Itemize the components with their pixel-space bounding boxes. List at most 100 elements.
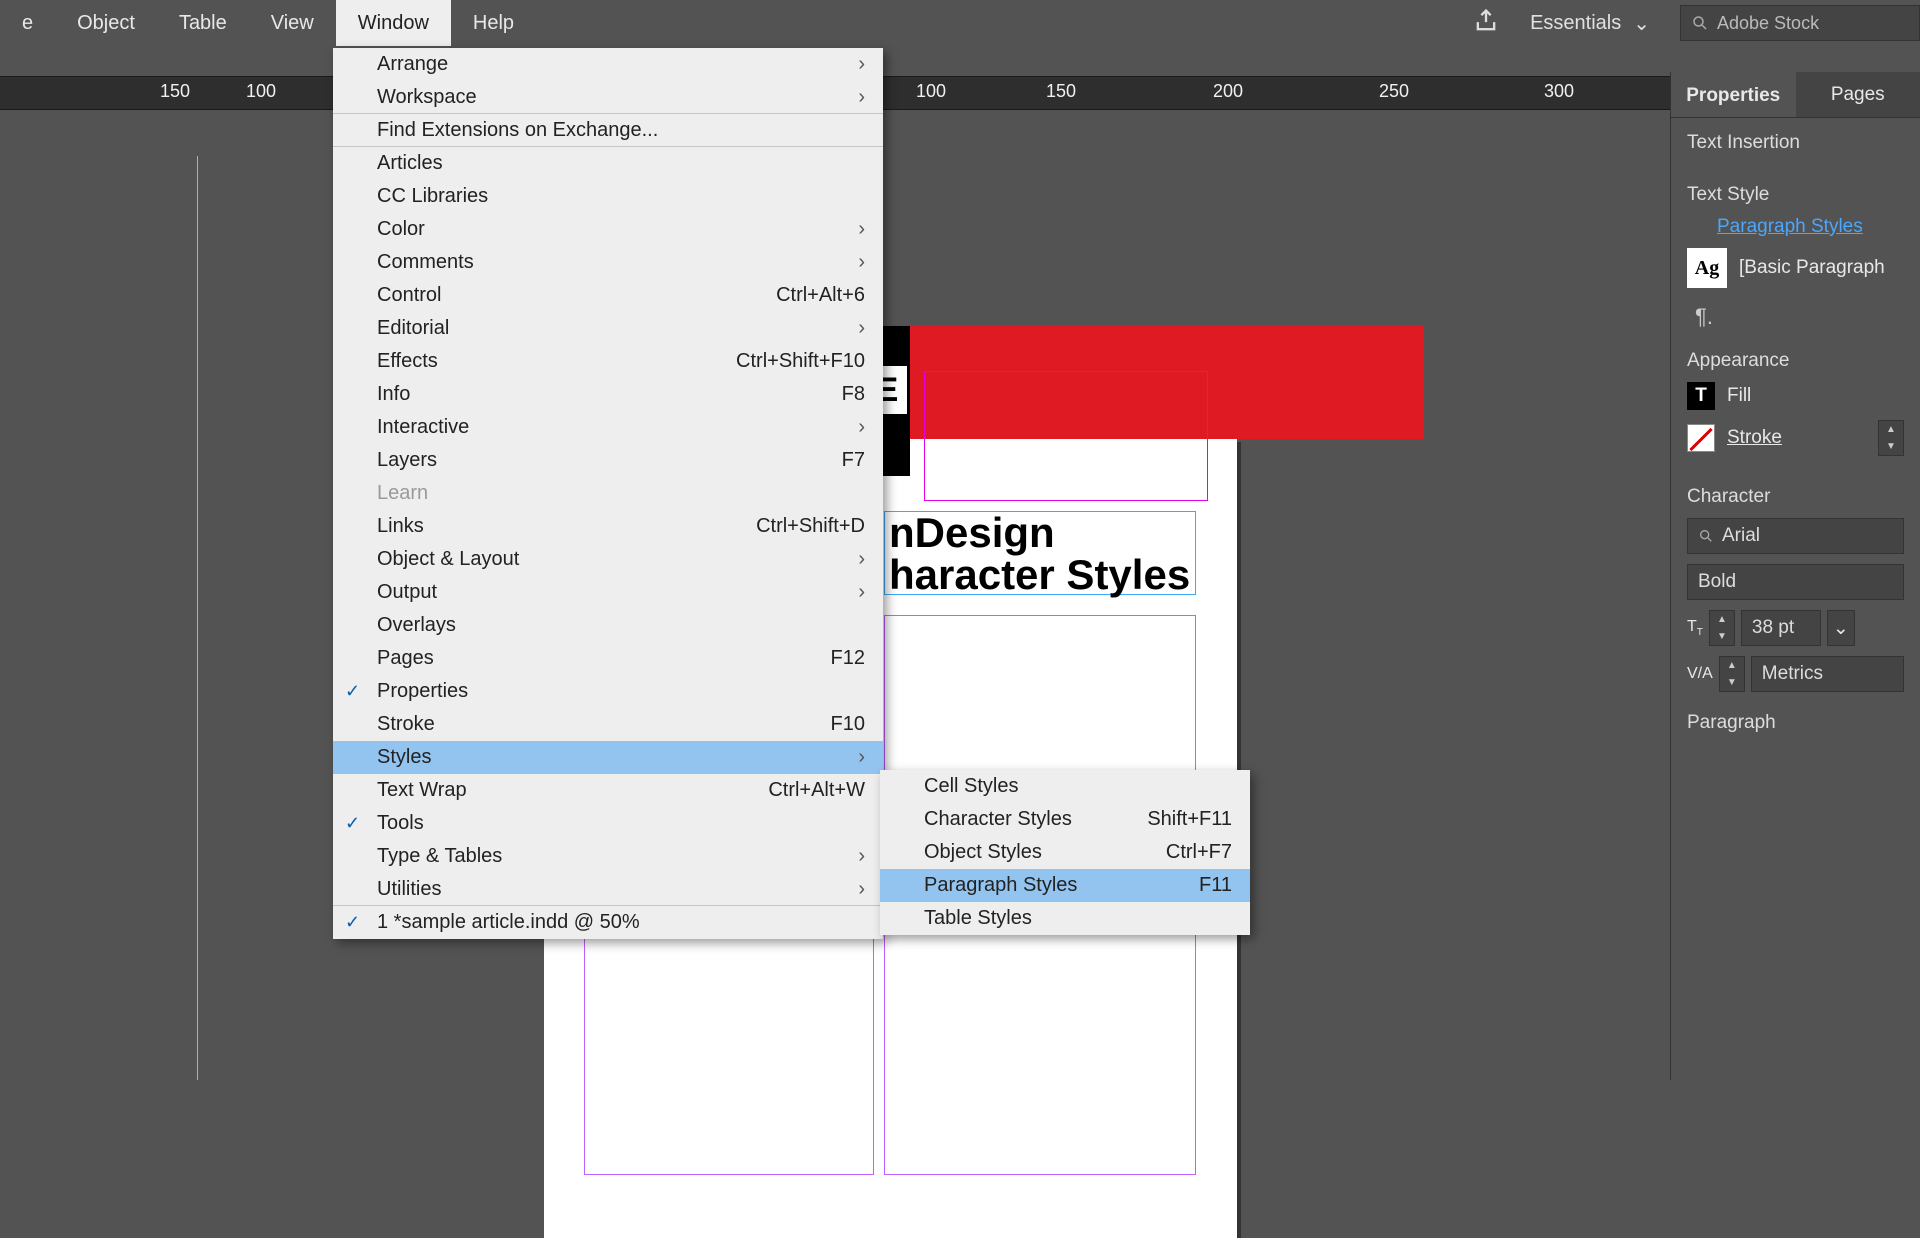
menu-item-label: Tools [377,812,424,835]
text-frame[interactable]: nDesign haracter Styles [884,511,1196,595]
menu-item-label: Arrange [377,53,448,76]
menu-table[interactable]: Table [157,0,249,46]
menu-shortcut: Ctrl+F7 [1116,841,1232,864]
menu-object[interactable]: Object [55,0,157,46]
font-size-field[interactable]: 38 pt [1741,610,1821,646]
menu-item-label: Editorial [377,317,449,340]
menu-shortcut: Ctrl+Shift+F10 [686,350,865,373]
share-icon[interactable] [1472,7,1500,40]
stroke-label[interactable]: Stroke [1727,427,1782,449]
kerning-field[interactable]: Metrics [1751,656,1904,692]
appearance-heading: Appearance [1687,350,1904,372]
chevron-right-icon: › [858,53,865,76]
paragraph-styles-link[interactable]: Paragraph Styles [1687,216,1904,238]
menu-item-overlays[interactable]: Overlays [333,609,883,642]
chevron-right-icon: › [858,878,865,901]
menu-item-label: Effects [377,350,438,373]
menu-item-label: Object & Layout [377,548,519,571]
chevron-right-icon: › [858,317,865,340]
menu-item-color[interactable]: Color› [333,213,883,246]
menu-item-links[interactable]: LinksCtrl+Shift+D [333,510,883,543]
fill-swatch[interactable]: T [1687,382,1715,410]
search-input[interactable]: Adobe Stock [1680,5,1920,41]
menu-partial[interactable]: e [0,0,55,46]
character-heading: Character [1687,486,1904,508]
guide-vertical[interactable] [197,156,198,1080]
menu-item-label: Object Styles [924,841,1042,864]
chevron-right-icon: › [858,251,865,274]
menu-item-text-wrap[interactable]: Text WrapCtrl+Alt+W [333,774,883,807]
submenu-item-character-styles[interactable]: Character StylesShift+F11 [880,803,1250,836]
font-size-dropdown[interactable]: ⌄ [1827,610,1855,646]
menu-help[interactable]: Help [451,0,536,46]
ruler-tick: 200 [1213,81,1243,102]
menu-item-arrange[interactable]: Arrange › [333,48,883,81]
horizontal-ruler: 150 100 100 150 200 250 300 [0,76,1920,110]
menu-item-pages[interactable]: Pages F12 [333,642,883,675]
menu-item-effects[interactable]: Effects Ctrl+Shift+F10 [333,345,883,378]
check-icon: ✓ [345,912,360,933]
menu-item-styles[interactable]: Styles › [333,741,883,774]
chevron-right-icon: › [858,746,865,769]
menu-item-label: Stroke [377,713,435,736]
window-menu-dropdown: Arrange›Workspace›Find Extensions on Exc… [333,48,883,939]
document-canvas[interactable]: E nDesign haracter Styles [0,156,1920,1080]
menu-item-info[interactable]: InfoF8 [333,378,883,411]
menu-item-find-extensions-on-exchange-[interactable]: Find Extensions on Exchange... [333,114,883,147]
menu-item-articles[interactable]: Articles [333,147,883,180]
menu-item-1-sample-article-indd-50-[interactable]: ✓ 1 *sample article.indd @ 50% [333,906,883,939]
pilcrow-icon[interactable]: ¶. [1687,298,1904,330]
chevron-right-icon: › [858,218,865,241]
submenu-item-cell-styles[interactable]: Cell Styles [880,770,1250,803]
font-weight-field[interactable]: Bold [1687,564,1904,600]
menu-shortcut: F12 [781,647,865,670]
chevron-right-icon: › [858,548,865,571]
menu-item-properties[interactable]: ✓Properties [333,675,883,708]
menu-item-label: Workspace [377,86,477,109]
submenu-item-table-styles[interactable]: Table Styles [880,902,1250,935]
menu-item-label: Learn [377,482,428,505]
submenu-item-paragraph-styles[interactable]: Paragraph StylesF11 [880,869,1250,902]
menu-item-label: Table Styles [924,907,1032,930]
menu-item-label: Output [377,581,437,604]
menu-item-label: Find Extensions on Exchange... [377,119,658,142]
tab-properties[interactable]: Properties [1671,72,1796,118]
paragraph-heading: Paragraph [1687,712,1904,734]
menu-shortcut: F10 [781,713,865,736]
menu-item-layers[interactable]: LayersF7 [333,444,883,477]
stroke-weight-stepper[interactable]: ▲▼ [1878,420,1904,456]
menu-item-cc-libraries[interactable]: CC Libraries [333,180,883,213]
kerning-stepper[interactable]: ▲▼ [1719,656,1745,692]
current-paragraph-style[interactable]: [Basic Paragraph [1739,257,1885,279]
font-family-field[interactable]: Arial [1687,518,1904,554]
menu-item-object-layout[interactable]: Object & Layout › [333,543,883,576]
stroke-swatch[interactable] [1687,424,1715,452]
menu-item-comments[interactable]: Comments › [333,246,883,279]
menu-window[interactable]: Window [336,0,451,46]
text-frame-selected[interactable] [924,371,1208,501]
workspace-switcher[interactable]: Essentials ⌄ [1530,11,1650,36]
font-size-stepper[interactable]: ▲▼ [1709,610,1735,646]
submenu-item-object-styles[interactable]: Object Styles Ctrl+F7 [880,836,1250,869]
menu-item-type-tables[interactable]: Type & Tables› [333,840,883,873]
menu-item-interactive[interactable]: Interactive› [333,411,883,444]
menu-view[interactable]: View [249,0,336,46]
menu-item-utilities[interactable]: Utilities› [333,873,883,906]
doc-text-line1: nDesign [889,509,1055,556]
fill-label: Fill [1727,385,1751,407]
menu-item-tools[interactable]: ✓Tools [333,807,883,840]
menu-item-workspace[interactable]: Workspace› [333,81,883,114]
tab-pages[interactable]: Pages [1796,72,1920,118]
menu-item-control[interactable]: ControlCtrl+Alt+6 [333,279,883,312]
menu-item-editorial[interactable]: Editorial › [333,312,883,345]
menu-item-label: Interactive [377,416,469,439]
menu-item-label: Styles [377,746,431,769]
menu-item-stroke[interactable]: Stroke F10 [333,708,883,741]
menu-item-output[interactable]: Output› [333,576,883,609]
menu-item-label: Comments [377,251,474,274]
menu-item-label: 1 *sample article.indd @ 50% [377,911,640,934]
chevron-right-icon: › [858,845,865,868]
menu-item-label: Control [377,284,441,307]
menu-item-label: Pages [377,647,434,670]
menu-item-label: Articles [377,152,443,175]
